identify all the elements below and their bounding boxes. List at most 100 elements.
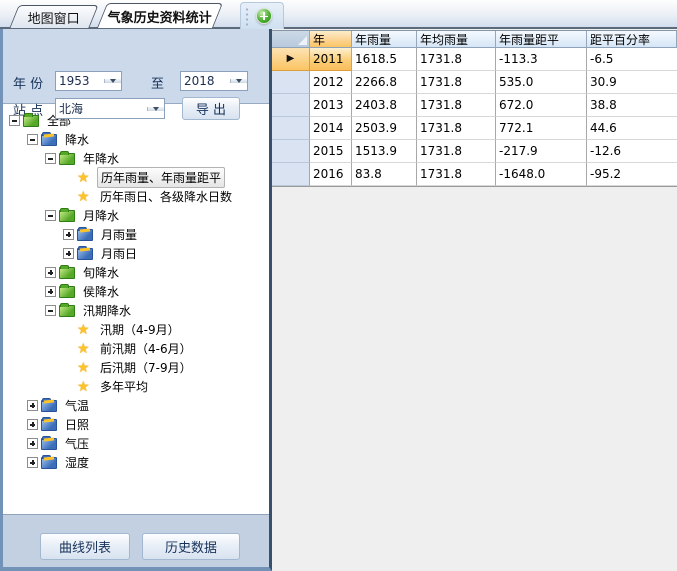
tree-item-label[interactable]: 月雨日 [98,244,140,263]
year-cell[interactable]: 2015 [310,140,352,163]
value-cell[interactable]: -217.9 [496,140,587,163]
value-cell[interactable]: 2403.8 [352,94,417,117]
tree-item-label[interactable]: 汛期降水 [80,301,134,320]
dropdown-arrow-icon[interactable] [230,79,247,83]
tree-item-label[interactable]: 侯降水 [80,282,122,301]
row-selector[interactable]: ▶ [272,48,310,71]
value-cell[interactable]: 1731.8 [417,140,496,163]
value-cell[interactable]: 1731.8 [417,48,496,71]
tree-item[interactable]: ★多年平均 [3,377,269,396]
row-selector[interactable] [272,163,310,186]
column-header[interactable]: 年雨量距平 [496,31,587,48]
year-cell[interactable]: 2011 [310,48,352,71]
value-cell[interactable]: 1731.8 [417,94,496,117]
tree-item[interactable]: 气温 [3,396,269,415]
tree-item-label[interactable]: 汛期（4-9月） [97,320,183,339]
tab-map-window[interactable]: 地图窗口 [9,5,98,28]
collapse-minus-icon[interactable] [45,305,56,316]
value-cell[interactable]: 38.8 [587,94,677,117]
expand-plus-icon[interactable] [27,400,38,411]
tree-item[interactable]: 月雨量 [3,225,269,244]
row-selector[interactable] [272,94,310,117]
tree-item-label[interactable]: 年降水 [80,149,122,168]
value-cell[interactable]: -6.5 [587,48,677,71]
tree-item-label[interactable]: 日照 [62,415,92,434]
value-cell[interactable]: 83.8 [352,163,417,186]
tree-item-label[interactable]: 前汛期（4-6月） [97,339,195,358]
tree-item[interactable]: 侯降水 [3,282,269,301]
tree-item-label[interactable]: 降水 [62,130,92,149]
tree-item-label[interactable]: 多年平均 [97,377,151,396]
expand-plus-icon[interactable] [63,248,74,259]
value-cell[interactable]: -1648.0 [496,163,587,186]
expand-plus-icon[interactable] [63,229,74,240]
expand-plus-icon[interactable] [27,457,38,468]
tree-item-label[interactable]: 旬降水 [80,263,122,282]
add-tab-button[interactable] [256,8,272,24]
expand-plus-icon[interactable] [27,438,38,449]
year-from-combo[interactable]: 1953 [55,71,122,91]
tree-item[interactable]: 湿度 [3,453,269,472]
select-all-corner-cell[interactable] [272,31,310,48]
value-cell[interactable]: -113.3 [496,48,587,71]
value-cell[interactable]: -12.6 [587,140,677,163]
column-header[interactable]: 年 [310,31,352,48]
tree-item[interactable]: 月降水 [3,206,269,225]
year-to-combo[interactable]: 2018 [180,71,248,91]
row-selector[interactable] [272,71,310,94]
tree-item-label[interactable]: 月降水 [80,206,122,225]
tree-item[interactable]: 气压 [3,434,269,453]
tree-item-label[interactable]: 气温 [62,396,92,415]
row-selector[interactable] [272,140,310,163]
tree-item-label[interactable]: 历年雨量、年雨量距平 [97,167,225,188]
column-header[interactable]: 年均雨量 [417,31,496,48]
collapse-minus-icon[interactable] [45,153,56,164]
tree-item[interactable]: 旬降水 [3,263,269,282]
value-cell[interactable]: 1513.9 [352,140,417,163]
drag-handle-icon[interactable] [245,7,249,26]
collapse-minus-icon[interactable] [9,115,20,126]
curve-list-button[interactable]: 曲线列表 [40,533,130,560]
tree-item[interactable]: 降水 [3,130,269,149]
tree-item[interactable]: 汛期降水 [3,301,269,320]
expand-plus-icon[interactable] [45,267,56,278]
expand-plus-icon[interactable] [27,419,38,430]
tree-item[interactable]: ★后汛期（7-9月） [3,358,269,377]
tree-item[interactable]: ★历年雨日、各级降水日数 [3,187,269,206]
row-selector[interactable] [272,117,310,140]
value-cell[interactable]: 2266.8 [352,71,417,94]
value-cell[interactable]: 44.6 [587,117,677,140]
tree-item-label[interactable]: 历年雨日、各级降水日数 [97,187,235,206]
tree-item-label[interactable]: 气压 [62,434,92,453]
value-cell[interactable]: 1618.5 [352,48,417,71]
tree-item[interactable]: 日照 [3,415,269,434]
expand-plus-icon[interactable] [45,286,56,297]
year-cell[interactable]: 2016 [310,163,352,186]
column-header[interactable]: 年雨量 [352,31,417,48]
value-cell[interactable]: 1731.8 [417,117,496,140]
dropdown-arrow-icon[interactable] [147,107,164,111]
station-combo[interactable]: 北海 [55,98,165,119]
collapse-minus-icon[interactable] [27,134,38,145]
history-data-button[interactable]: 历史数据 [142,533,240,560]
tree-item-label[interactable]: 月雨量 [98,225,140,244]
year-cell[interactable]: 2012 [310,71,352,94]
tree-item-label[interactable]: 湿度 [62,453,92,472]
year-cell[interactable]: 2013 [310,94,352,117]
column-header[interactable]: 距平百分率 [587,31,677,48]
export-button[interactable]: 导 出 [182,97,240,120]
tree-item-label[interactable]: 后汛期（7-9月） [97,358,195,377]
value-cell[interactable]: 672.0 [496,94,587,117]
value-cell[interactable]: 772.1 [496,117,587,140]
value-cell[interactable]: 1731.8 [417,71,496,94]
collapse-minus-icon[interactable] [45,210,56,221]
value-cell[interactable]: 535.0 [496,71,587,94]
tree-item[interactable]: 月雨日 [3,244,269,263]
tree-item[interactable]: ★历年雨量、年雨量距平 [3,168,269,187]
year-cell[interactable]: 2014 [310,117,352,140]
tree-item[interactable]: ★汛期（4-9月） [3,320,269,339]
tree-item[interactable]: 年降水 [3,149,269,168]
value-cell[interactable]: 30.9 [587,71,677,94]
tree-item[interactable]: ★前汛期（4-6月） [3,339,269,358]
value-cell[interactable]: 2503.9 [352,117,417,140]
